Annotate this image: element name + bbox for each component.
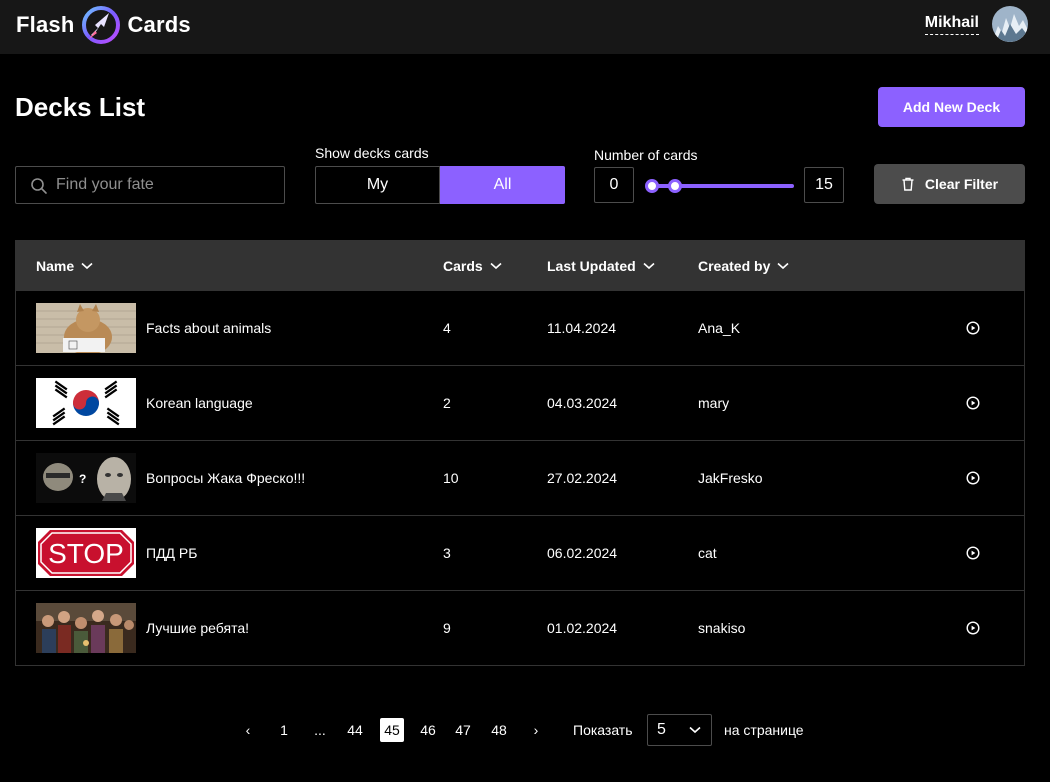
deck-last-updated: 06.02.2024	[547, 545, 618, 561]
column-header-name[interactable]: Name	[36, 241, 93, 290]
deck-name[interactable]: Лучшие ребята!	[146, 591, 249, 665]
chevron-down-icon	[81, 262, 93, 269]
deck-author: Ana_K	[698, 320, 741, 336]
column-header-last-updated[interactable]: Last Updated	[547, 241, 655, 290]
deck-cards-count: 4	[443, 320, 451, 336]
pagination-page-current[interactable]: 45	[380, 718, 404, 742]
number-of-cards-label: Number of cards	[594, 147, 698, 163]
deck-last-updated: 27.02.2024	[547, 470, 618, 486]
pagination-page[interactable]: 44	[343, 718, 367, 742]
table-row[interactable]: Facts about animals 4 11.04.2024 Ana_K	[16, 290, 1024, 365]
logo-text-left: Flash	[16, 12, 75, 37]
table-row[interactable]: Лучшие ребята! 9 01.02.2024 snakiso	[16, 590, 1024, 665]
search-icon	[31, 178, 47, 194]
app-header: Flash Cards Mikhail	[0, 0, 1050, 54]
deck-cards-count: 3	[443, 545, 451, 561]
min-cards-input[interactable]: 0	[594, 167, 634, 203]
tab-my[interactable]: My	[315, 166, 440, 204]
deck-last-updated: 11.04.2024	[547, 320, 617, 336]
slider-max-handle[interactable]	[668, 179, 682, 193]
deck-cards-count: 10	[443, 470, 459, 486]
deck-name[interactable]: Facts about animals	[146, 291, 271, 365]
max-cards-input[interactable]: 15	[804, 167, 844, 203]
search-box[interactable]	[15, 166, 285, 204]
decks-tab-switcher: My All	[315, 166, 565, 204]
deck-cover-image	[36, 378, 136, 428]
table-row[interactable]: STOP ПДД РБ 3 06.02.2024 cat	[16, 515, 1024, 590]
chevron-down-icon	[643, 262, 655, 269]
decks-table: Name Cards Last Updated Created by Facts…	[15, 240, 1025, 666]
user-name[interactable]: Mikhail	[924, 14, 979, 35]
deck-name[interactable]: Вопросы Жака Фреско!!!	[146, 441, 305, 515]
slider-min-handle[interactable]	[645, 179, 659, 193]
deck-cards-count: 9	[443, 620, 451, 636]
table-row[interactable]: ? Вопросы Жака Фреско!!! 10 27.02.2024 J…	[16, 440, 1024, 515]
pagination-page[interactable]: 47	[451, 718, 475, 742]
add-new-deck-button[interactable]: Add New Deck	[878, 87, 1025, 127]
deck-cover-image: STOP	[36, 528, 136, 578]
logo-text-right: Cards	[127, 12, 191, 37]
per-page-suffix: на странице	[724, 722, 804, 738]
deck-name[interactable]: ПДД РБ	[146, 516, 197, 590]
play-icon[interactable]	[966, 396, 980, 410]
chevron-down-icon	[490, 262, 502, 269]
clear-filter-button[interactable]: Clear Filter	[874, 164, 1025, 204]
column-header-cards[interactable]: Cards	[443, 241, 502, 290]
deck-cards-count: 2	[443, 395, 451, 411]
play-icon[interactable]	[966, 471, 980, 485]
deck-cover-image	[36, 303, 136, 353]
tab-all[interactable]: All	[440, 166, 565, 204]
show-decks-label: Show decks cards	[315, 145, 429, 161]
deck-author: snakiso	[698, 620, 746, 636]
pagination-page[interactable]: 1	[272, 718, 296, 742]
play-icon[interactable]	[966, 321, 980, 335]
stop-sign-text: STOP	[48, 538, 124, 569]
column-label-created-by: Created by	[698, 257, 771, 274]
page-title: Decks List	[15, 92, 146, 122]
avatar[interactable]	[992, 6, 1028, 42]
pagination-ellipsis: ...	[314, 722, 326, 738]
rocket-logo-icon	[82, 6, 121, 44]
column-label-cards: Cards	[443, 257, 483, 274]
pagination-next[interactable]: ›	[524, 718, 548, 742]
pagination-page[interactable]: 48	[487, 718, 511, 742]
trash-icon	[902, 177, 914, 191]
logo[interactable]: Flash Cards	[16, 0, 191, 50]
deck-author: JakFresko	[698, 470, 763, 486]
table-header: Name Cards Last Updated Created by	[16, 241, 1024, 290]
deck-cover-image: ?	[36, 453, 136, 503]
user-menu[interactable]: Mikhail	[924, 6, 1028, 42]
deck-name[interactable]: Korean language	[146, 366, 253, 440]
per-page-label: Показать	[573, 722, 633, 738]
deck-cover-image	[36, 603, 136, 653]
chevron-down-icon	[689, 726, 701, 734]
column-label-name: Name	[36, 257, 75, 274]
column-header-created-by[interactable]: Created by	[698, 241, 789, 290]
column-label-last-updated: Last Updated	[547, 257, 636, 274]
pagination-page[interactable]: 46	[416, 718, 440, 742]
per-page-select[interactable]: 5	[647, 714, 712, 746]
per-page-value: 5	[657, 721, 666, 738]
play-icon[interactable]	[966, 546, 980, 560]
deck-author: mary	[698, 395, 730, 411]
clear-filter-label: Clear Filter	[924, 176, 999, 192]
deck-author: cat	[698, 545, 717, 561]
pagination-prev[interactable]: ‹	[236, 718, 260, 742]
play-icon[interactable]	[966, 621, 980, 635]
search-input[interactable]	[56, 167, 281, 203]
deck-last-updated: 01.02.2024	[547, 620, 618, 636]
chevron-down-icon	[777, 262, 789, 269]
table-row[interactable]: Korean language 2 04.03.2024 mary	[16, 365, 1024, 440]
deck-last-updated: 04.03.2024	[547, 395, 618, 411]
svg-text:?: ?	[79, 472, 86, 486]
